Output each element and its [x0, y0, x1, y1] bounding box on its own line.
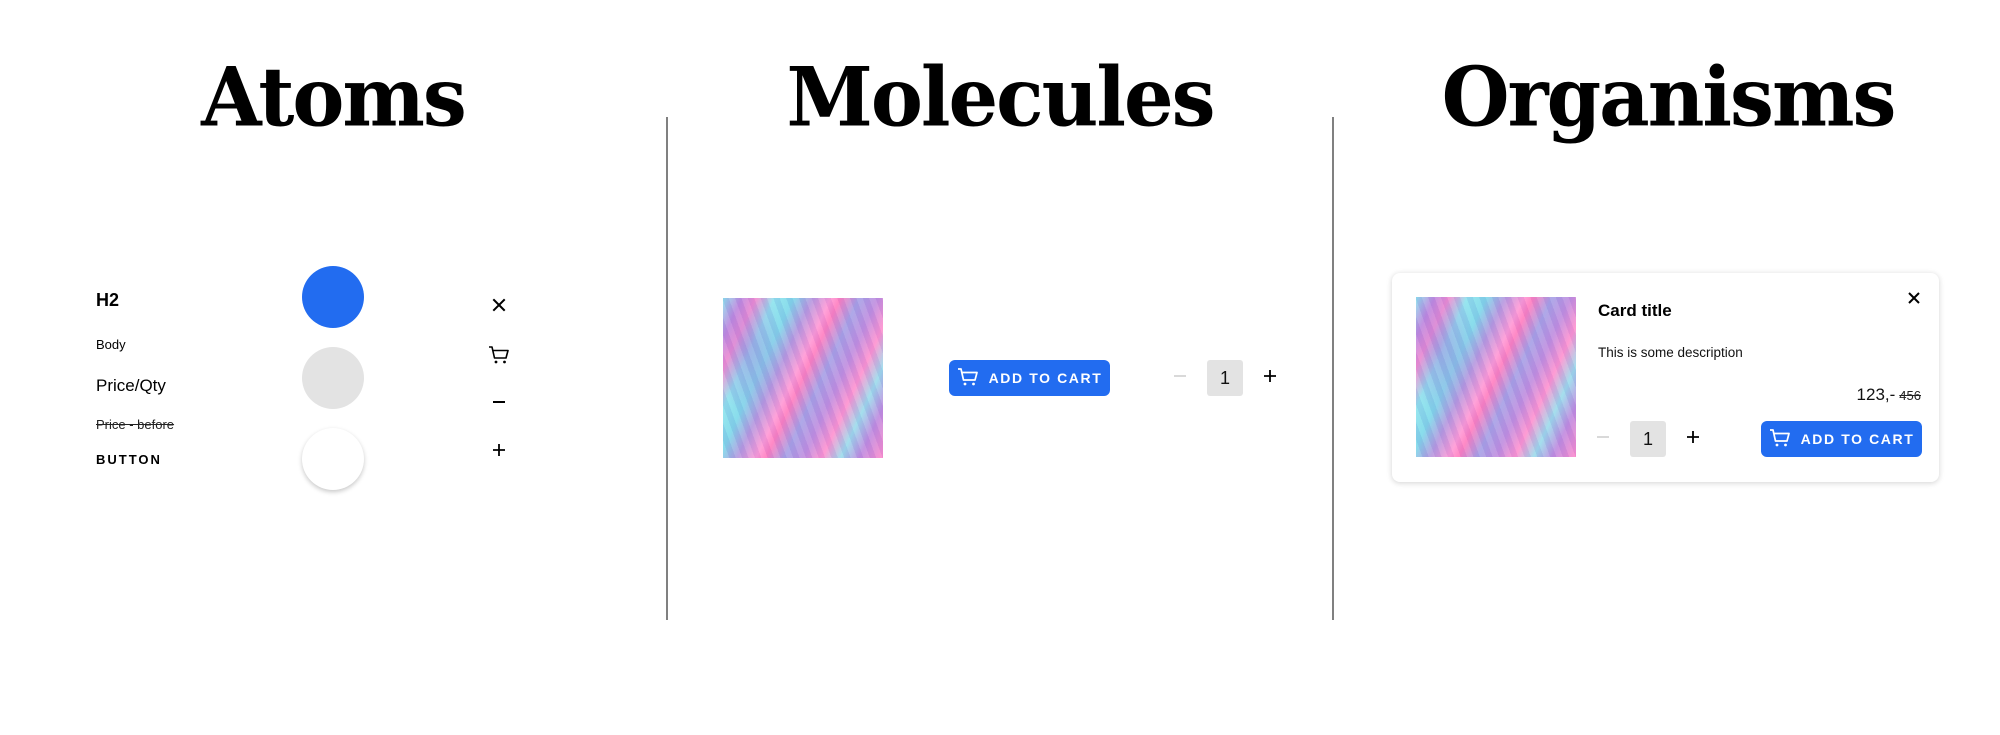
- minus-icon: [1596, 430, 1610, 449]
- plus-icon: [1686, 430, 1700, 449]
- cart-icon: [957, 367, 979, 390]
- column-divider: [666, 117, 668, 620]
- increase-quantity-button[interactable]: [1257, 365, 1283, 391]
- product-card: Card title This is some description 123,…: [1392, 273, 1939, 482]
- add-to-cart-button[interactable]: ADD TO CART: [1761, 421, 1922, 457]
- color-swatch-primary: [302, 266, 364, 328]
- plus-icon: [487, 438, 511, 462]
- add-to-cart-label: ADD TO CART: [1800, 431, 1915, 447]
- product-image: [1416, 297, 1576, 457]
- section-heading-molecules: Molecules: [786, 49, 1216, 146]
- minus-icon: [1173, 369, 1187, 388]
- minus-icon: [487, 390, 511, 414]
- typography-price-sample: Price/Qty: [96, 376, 166, 395]
- color-swatch-grey: [302, 347, 364, 409]
- quantity-value[interactable]: 1: [1630, 421, 1666, 457]
- section-heading-atoms: Atoms: [201, 49, 467, 146]
- close-icon: [1907, 291, 1921, 310]
- typography-button-sample: BUTTON: [96, 452, 162, 467]
- card-description: This is some description: [1598, 345, 1743, 360]
- close-icon: [487, 293, 511, 317]
- product-image: [723, 298, 883, 458]
- typography-h2-sample: H2: [96, 290, 120, 310]
- plus-icon: [1263, 369, 1277, 388]
- quantity-stepper: 1: [1590, 421, 1706, 457]
- typography-body-sample: Body: [96, 337, 126, 352]
- decrease-quantity-button[interactable]: [1167, 365, 1193, 391]
- add-to-cart-button[interactable]: ADD TO CART: [949, 360, 1110, 396]
- column-divider: [1332, 117, 1334, 620]
- quantity-stepper: 1: [1167, 360, 1283, 396]
- cart-icon: [487, 343, 511, 367]
- close-button[interactable]: [1902, 288, 1926, 312]
- add-to-cart-label: ADD TO CART: [988, 370, 1103, 386]
- decrease-quantity-button[interactable]: [1590, 426, 1616, 452]
- section-heading-organisms: Organisms: [1441, 49, 1897, 146]
- card-title: Card title: [1598, 301, 1672, 320]
- price-current: 123,-: [1856, 385, 1896, 404]
- typography-price-before-sample: Price - before: [96, 417, 175, 432]
- color-swatch-white: [302, 428, 364, 490]
- cart-icon: [1769, 428, 1791, 451]
- card-price: 123,- 456: [1857, 385, 1921, 405]
- quantity-value[interactable]: 1: [1207, 360, 1243, 396]
- increase-quantity-button[interactable]: [1680, 426, 1706, 452]
- price-before: 456: [1899, 388, 1921, 403]
